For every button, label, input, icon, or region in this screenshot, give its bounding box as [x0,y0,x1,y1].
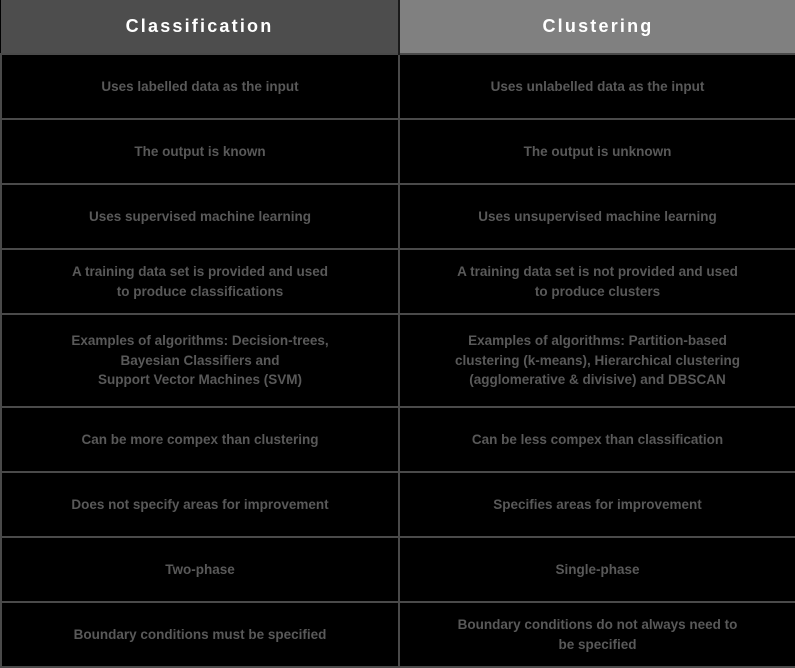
table-cell-right: The output is unknown [399,118,795,184]
table-row: Boundary conditions must be specified Bou… [0,601,795,668]
cell-text-line: Uses unsupervised machine learning [478,208,717,224]
cell-text-line: Single-phase [555,561,640,577]
table-cell-right: Can be less compex than classification [399,406,795,472]
table-cell-left: Uses supervised machine learning [0,183,400,249]
table-row: Uses supervised machine learning Uses uns… [0,183,795,249]
header-row: Classification Clustering [1,0,795,54]
table-header: Classification Clustering [1,0,795,54]
cell-text-line: Uses unlabelled data as the input [490,78,705,94]
table-cell-left: Examples of algorithms: Decision-trees, B… [0,313,400,407]
cell-text-line: Boundary conditions do not always need t… [457,616,738,632]
table-cell-left: Can be more compex than clustering [0,406,400,472]
table-row: Examples of algorithms: Decision-trees, B… [0,313,795,407]
table-cell-right: Uses unlabelled data as the input [399,53,795,119]
table-row: Two-phase Single-phase [0,536,795,602]
table-cell-right: Examples of algorithms: Partition-based c… [399,313,795,407]
cell-text-line: be specified [558,636,637,652]
cell-text-line: Boundary conditions must be specified [73,626,327,642]
cell-text-line: A training data set is provided and used [71,263,329,279]
cell-text-line: Specifies areas for improvement [493,496,702,512]
table-cell-right: Boundary conditions do not always need t… [399,601,795,668]
cell-text-line: The output is known [134,143,266,159]
cell-text-line: Does not specify areas for improvement [71,496,329,512]
table-cell-right: A training data set is not provided and … [399,248,795,314]
cell-text-line: Two-phase [165,561,235,577]
cell-text-line: clustering (k-means), Hierarchical clust… [454,352,741,368]
table-cell-left: Two-phase [0,536,400,602]
cell-text-line: Can be less compex than classification [471,431,724,447]
table-cell-left: Uses labelled data as the input [0,53,400,119]
cell-text-line: Support Vector Machines (SVM) [97,372,303,388]
cell-text-line: Examples of algorithms: Partition-based [468,333,727,349]
table-cell-left: Does not specify areas for improvement [0,471,400,537]
cell-text-line: Uses labelled data as the input [101,78,299,94]
table-cell-left: Boundary conditions must be specified [0,601,400,668]
cell-text-line: to produce clusters [534,283,661,299]
table-row: Uses labelled data as the input Uses unla… [0,53,795,119]
cell-text-line: The output is unknown [523,143,672,159]
table-cell-left: The output is known [0,118,400,184]
cell-text-line: Examples of algorithms: Decision-trees, [71,333,329,349]
table-cell-right: Uses unsupervised machine learning [399,183,795,249]
table-row: The output is known The output is unknown [0,118,795,184]
cell-text-line: A training data set is not provided and … [457,263,738,279]
column-header-classification: Classification [1,0,400,54]
table-cell-right: Specifies areas for improvement [399,471,795,537]
table-row: Can be more compex than clustering Can be… [0,406,795,472]
table-row: Does not specify areas for improvement Sp… [0,471,795,537]
cell-text-line: to produce classifications [116,283,284,299]
table-cell-left: A training data set is provided and used… [0,248,400,314]
cell-text-line: Bayesian Classifiers and [120,352,280,368]
column-header-clustering: Clustering [399,0,795,54]
cell-text-line: (agglomerative & divisive) and DBSCAN [469,372,726,388]
comparison-table: Classification Clustering Uses labelled … [0,0,795,668]
cell-text-line: Uses supervised machine learning [88,208,312,224]
cell-text-line: Can be more compex than clustering [81,431,319,447]
table-row: A training data set is provided and used… [0,248,795,314]
table-body: Uses labelled data as the input Uses unla… [0,53,795,668]
table-cell-right: Single-phase [399,536,795,602]
